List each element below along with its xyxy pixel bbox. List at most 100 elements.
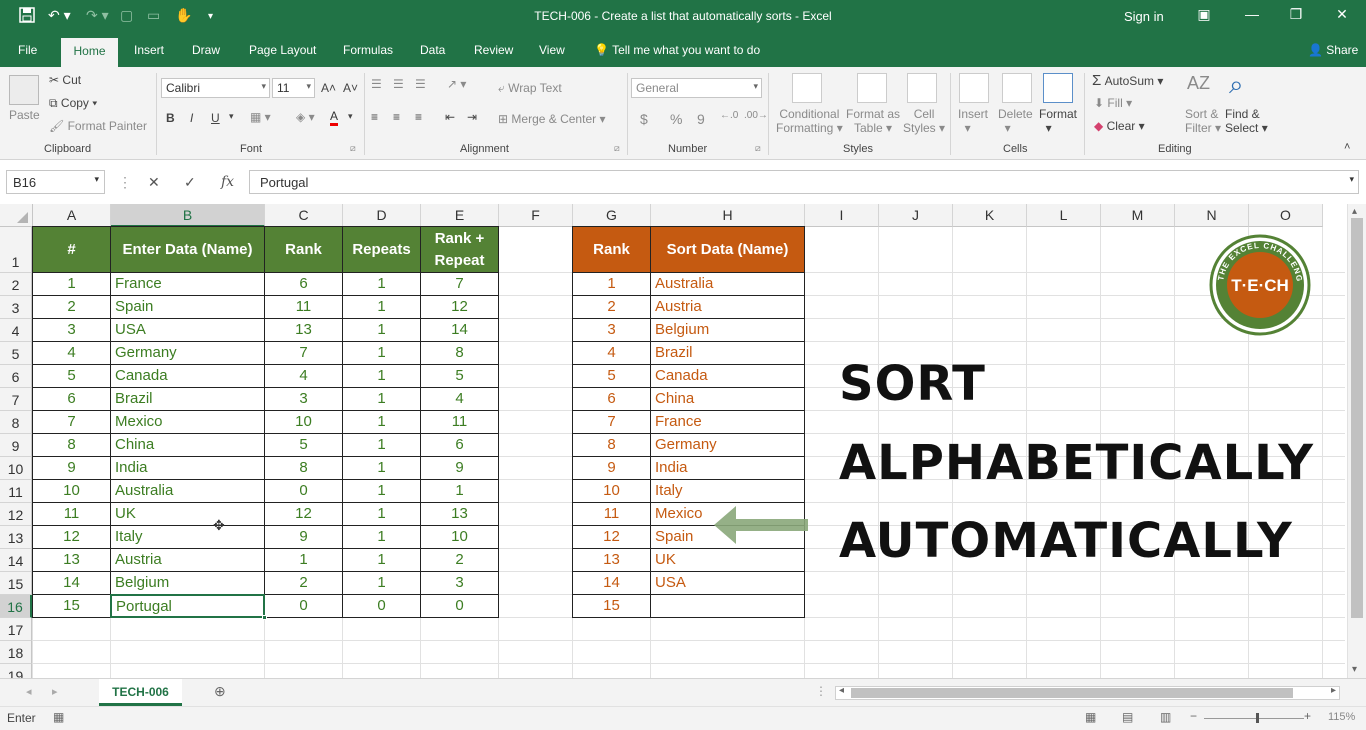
collapse-ribbon-icon[interactable]: ˄ (1344, 141, 1350, 153)
sorted-cell[interactable]: China (650, 387, 805, 411)
underline-dropdown-icon[interactable]: ▾ (229, 111, 234, 122)
bold-button[interactable]: B (166, 111, 175, 125)
table-cell[interactable]: 13 (420, 502, 499, 526)
zoom-slider-thumb[interactable] (1256, 713, 1259, 723)
fill-handle[interactable] (262, 615, 267, 620)
delete-cells-button[interactable]: Delete ▾ (998, 107, 1033, 135)
table-cell[interactable]: 5 (420, 364, 499, 388)
table-cell[interactable]: 2 (420, 548, 499, 572)
cancel-entry-icon[interactable]: ✕ (148, 174, 160, 191)
column-header-b[interactable]: B (111, 204, 265, 227)
table-cell[interactable]: 10 (264, 410, 343, 434)
table-cell[interactable]: 6 (264, 272, 343, 296)
shrink-font-icon[interactable]: A˅ (343, 81, 358, 95)
find-select-button[interactable]: Find & Select ▾ (1225, 107, 1268, 135)
borders-icon[interactable]: ▦ ▾ (250, 110, 271, 124)
page-break-view-icon[interactable]: ▥ (1160, 710, 1171, 724)
sorted-cell[interactable]: USA (650, 571, 805, 595)
increase-indent-icon[interactable]: ⇥ (467, 110, 477, 124)
sorted-cell[interactable]: 6 (572, 387, 651, 411)
row-header-16[interactable]: 16 (0, 595, 32, 618)
sorted-cell[interactable]: 10 (572, 479, 651, 503)
sort-filter-button[interactable]: Sort & Filter ▾ (1185, 107, 1221, 135)
column-header-o[interactable]: O (1249, 204, 1323, 227)
format-cells-button[interactable]: Format ▾ (1039, 107, 1077, 135)
sorted-cell[interactable]: Austria (650, 295, 805, 319)
format-painter-button[interactable]: 🖌 Format Painter (49, 119, 147, 133)
share-button[interactable]: 👤 Share (1308, 43, 1358, 57)
table-cell[interactable]: 3 (264, 387, 343, 411)
sorted-cell[interactable]: 5 (572, 364, 651, 388)
tab-formulas[interactable]: Formulas (343, 43, 393, 57)
row-header-14[interactable]: 14 (0, 549, 32, 572)
bottom-align-icon[interactable]: ☰ (415, 77, 426, 91)
tab-page-layout[interactable]: Page Layout (249, 43, 316, 57)
column-header-c[interactable]: C (265, 204, 343, 227)
table-cell[interactable]: China (110, 433, 265, 457)
sorted-cell[interactable]: France (650, 410, 805, 434)
cell-styles-icon[interactable] (907, 73, 937, 103)
tab-split-handle-icon[interactable]: ⋮ (815, 684, 827, 698)
alignment-dialog-launcher-icon[interactable]: ⧄ (614, 143, 620, 154)
page-layout-view-icon[interactable]: ▤ (1122, 710, 1133, 724)
autosum-button[interactable]: Σ AutoSum ▾ (1092, 72, 1163, 89)
column-header-a[interactable]: A (33, 204, 111, 227)
restore-icon[interactable]: ❐ (1286, 6, 1306, 23)
table-cell[interactable]: Austria (110, 548, 265, 572)
decrease-decimal-icon[interactable]: .00→ (744, 110, 768, 121)
table-cell[interactable]: 1 (342, 502, 421, 526)
table-cell[interactable]: 13 (264, 318, 343, 342)
table-cell[interactable]: 2 (32, 295, 111, 319)
tab-file[interactable]: File (18, 43, 37, 57)
table-cell[interactable]: 1 (342, 341, 421, 365)
table-cell[interactable]: 11 (32, 502, 111, 526)
table-cell[interactable]: 9 (264, 525, 343, 549)
table-cell[interactable]: France (110, 272, 265, 296)
align-center-icon[interactable]: ≡ (393, 110, 400, 124)
row-header-12[interactable]: 12 (0, 503, 32, 526)
row-header-1[interactable]: 1 (0, 227, 32, 273)
format-as-table-button[interactable]: Format as Table ▾ (846, 107, 900, 135)
format-as-table-icon[interactable] (857, 73, 887, 103)
copy-button[interactable]: ⧉ Copy ▾ (49, 96, 97, 111)
fill-button[interactable]: ⬇ Fill ▾ (1094, 96, 1132, 110)
scroll-down-icon[interactable]: ▾ (1352, 664, 1357, 675)
header-sort-data[interactable]: Sort Data (Name) (650, 226, 805, 273)
table-cell[interactable]: USA (110, 318, 265, 342)
insert-cells-icon[interactable] (959, 73, 989, 103)
header-rank-repeat[interactable]: Rank + Repeat (420, 226, 499, 273)
table-cell[interactable]: Italy (110, 525, 265, 549)
tab-draw[interactable]: Draw (192, 43, 220, 57)
sorted-cell[interactable]: 15 (572, 594, 651, 618)
tab-view[interactable]: View (539, 43, 565, 57)
table-cell[interactable]: 8 (32, 433, 111, 457)
tab-data[interactable]: Data (420, 43, 445, 57)
column-header-k[interactable]: K (953, 204, 1027, 227)
sorted-cell[interactable]: Canada (650, 364, 805, 388)
vertical-scroll-thumb[interactable] (1351, 218, 1363, 618)
table-cell[interactable]: 1 (342, 525, 421, 549)
fill-color-icon[interactable]: ◈ ▾ (296, 110, 315, 124)
header-rank[interactable]: Rank (264, 226, 343, 273)
row-header-15[interactable]: 15 (0, 572, 32, 595)
header-number[interactable]: # (32, 226, 111, 273)
tab-home[interactable]: Home (61, 38, 118, 67)
underline-button[interactable]: U (211, 111, 220, 125)
table-cell[interactable]: 9 (420, 456, 499, 480)
table-cell[interactable]: Canada (110, 364, 265, 388)
row-header-7[interactable]: 7 (0, 388, 32, 411)
sheet-tab-active[interactable]: TECH-006 (99, 679, 182, 706)
table-cell[interactable]: 1 (342, 433, 421, 457)
scroll-left-icon[interactable]: ◂ (839, 685, 844, 696)
column-header-g[interactable]: G (573, 204, 651, 227)
font-size-dropdown[interactable]: 11 ▾ (272, 78, 315, 98)
table-cell[interactable]: 1 (342, 295, 421, 319)
table-cell[interactable]: 1 (342, 479, 421, 503)
row-header-8[interactable]: 8 (0, 411, 32, 434)
table-cell[interactable]: 14 (420, 318, 499, 342)
table-cell[interactable]: 11 (264, 295, 343, 319)
worksheet-grid[interactable]: ABCDEFGHIJKLMNO 1 2 3 4 5 6 7 8 9 10 11 12 13 14 15 16 1… (0, 204, 1345, 678)
table-cell[interactable]: India (110, 456, 265, 480)
table-cell[interactable]: 7 (420, 272, 499, 296)
select-all-corner[interactable] (0, 204, 33, 227)
